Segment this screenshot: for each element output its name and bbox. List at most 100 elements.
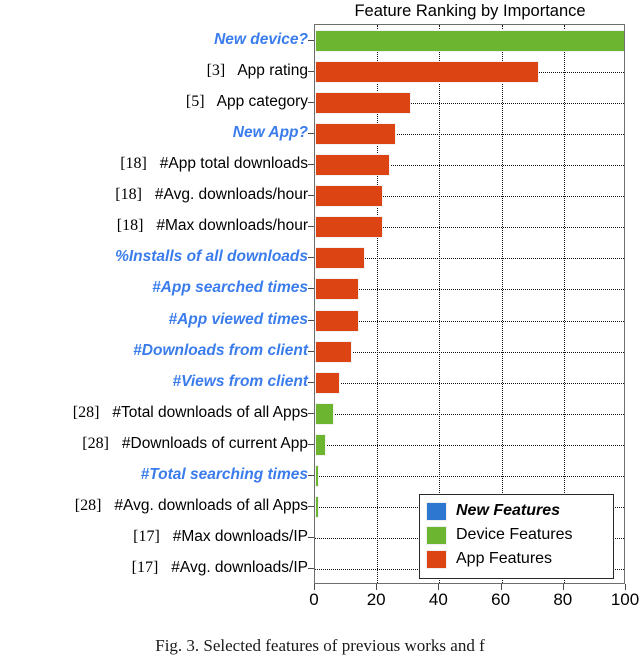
feature-name: #Total downloads of all Apps	[112, 403, 308, 421]
y-tick	[308, 381, 314, 383]
bar-row	[315, 181, 624, 212]
bar	[315, 60, 539, 83]
legend: New Features Device Features App Features	[419, 494, 614, 579]
citation-ref: [28]	[72, 403, 100, 421]
bar	[315, 216, 384, 239]
bar-row	[315, 118, 624, 149]
y-tick	[308, 288, 314, 290]
bar	[315, 247, 365, 270]
y-tick	[308, 70, 314, 72]
feature-name: #App viewed times	[168, 310, 308, 328]
legend-label: App Features	[456, 550, 553, 567]
citation-ref: [3]	[206, 61, 226, 79]
feature-name: #App searched times	[152, 279, 308, 297]
feature-name: New device?	[214, 30, 308, 48]
y-tick	[308, 319, 314, 321]
y-axis-label: [28] #Total downloads of all Apps	[73, 399, 308, 427]
legend-item: Device Features	[426, 523, 607, 547]
row-gridline	[315, 289, 624, 291]
feature-name: #Total searching times	[140, 466, 308, 484]
feature-name: #App total downloads	[159, 155, 308, 172]
bar	[315, 371, 340, 394]
bar	[315, 433, 326, 456]
x-tick-label: 80	[553, 590, 573, 609]
feature-name: #Downloads of current App	[121, 435, 308, 452]
figure-container: Feature Ranking by Importance New device…	[0, 0, 640, 655]
y-axis-label: [18] #Avg. downloads/hour	[115, 181, 308, 209]
x-tick-label: 0	[309, 590, 319, 609]
y-tick	[308, 506, 314, 508]
y-axis-label: %Installs of all downloads	[115, 243, 308, 271]
y-tick	[308, 195, 314, 197]
legend-item: App Features	[426, 547, 607, 571]
bar-row	[315, 336, 624, 367]
y-axis-label: [28] #Avg. downloads of all Apps	[75, 492, 308, 520]
y-axis-label: [5] App category	[186, 88, 308, 116]
feature-name: #Avg. downloads/hour	[154, 186, 308, 204]
feature-name: #Max downloads/IP	[172, 528, 308, 546]
y-axis-label: #Total searching times	[141, 461, 308, 489]
bar	[315, 309, 359, 332]
feature-name: New App?	[232, 123, 308, 141]
bar	[315, 402, 334, 425]
bar	[315, 91, 412, 114]
y-tick	[308, 132, 314, 134]
legend-label: New Features	[456, 502, 561, 519]
citation-ref: [17]	[131, 559, 159, 577]
y-tick	[308, 475, 314, 477]
legend-swatch	[426, 525, 447, 545]
feature-name: %Installs of all downloads	[115, 248, 308, 266]
y-tick	[308, 537, 314, 539]
row-gridline	[315, 382, 624, 384]
y-tick	[308, 444, 314, 445]
bar-row	[315, 212, 624, 243]
y-axis-label: [28] #Downloads of current App	[82, 430, 308, 458]
x-tick-label: 100	[610, 590, 640, 609]
bar	[315, 29, 624, 52]
y-axis-label: [18] #Max downloads/hour	[117, 212, 308, 240]
row-gridline	[315, 351, 624, 353]
citation-ref: [28]	[82, 435, 109, 452]
y-tick	[308, 101, 314, 103]
bar-row	[315, 367, 624, 398]
feature-name: App rating	[237, 61, 308, 79]
y-axis-label: [3] App rating	[207, 57, 308, 85]
row-gridline	[315, 444, 624, 446]
y-tick	[308, 39, 314, 41]
citation-ref: [18]	[120, 155, 147, 172]
bar-row	[315, 149, 624, 180]
y-axis-label: #App viewed times	[168, 306, 308, 334]
bar-row	[315, 429, 624, 460]
citation-ref: [28]	[74, 497, 102, 515]
x-tick-label: 40	[428, 590, 448, 609]
x-tick-label: 20	[366, 590, 386, 609]
bar-row	[315, 243, 624, 274]
legend-swatch	[426, 501, 447, 521]
bar	[315, 185, 384, 208]
bar	[315, 496, 319, 519]
y-tick	[308, 568, 314, 570]
feature-name: App category	[216, 92, 308, 110]
row-gridline	[315, 413, 624, 415]
bar	[315, 122, 396, 145]
bar	[315, 340, 353, 363]
citation-ref: [5]	[185, 92, 205, 110]
y-tick	[308, 412, 314, 414]
citation-ref: [18]	[115, 186, 142, 204]
bar-row	[315, 274, 624, 305]
row-gridline	[315, 320, 624, 322]
chart-title: Feature Ranking by Importance	[354, 2, 586, 20]
figure-caption: Fig. 3. Selected features of previous wo…	[155, 636, 485, 655]
citation-ref: [18]	[116, 217, 144, 235]
legend-swatch	[426, 549, 447, 569]
bar-row	[315, 87, 624, 118]
citation-ref: [17]	[133, 528, 160, 546]
bar-row	[315, 305, 624, 336]
bar	[315, 465, 319, 488]
y-axis-label: #App searched times	[152, 274, 308, 302]
bar	[315, 278, 359, 301]
y-axis-label: #Views from client	[172, 368, 308, 396]
bar-row	[315, 56, 624, 87]
feature-name: #Max downloads/hour	[156, 217, 308, 235]
feature-name: #Avg. downloads/IP	[171, 559, 308, 577]
